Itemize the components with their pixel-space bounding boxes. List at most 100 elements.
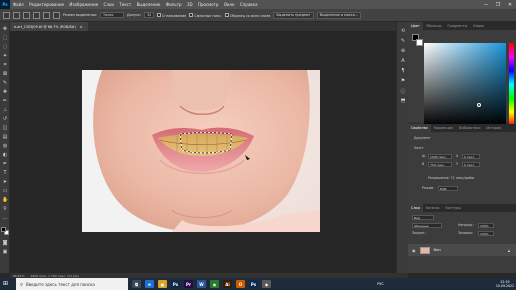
menu-image[interactable]: Изображение <box>67 2 101 7</box>
distance-input[interactable]: 32 <box>144 12 155 18</box>
contiguous-option[interactable]: Смежные пикс. <box>189 12 222 18</box>
width-input[interactable]: 1000 пикс. <box>428 154 452 159</box>
zoom-level[interactable]: 66,67% <box>13 274 24 278</box>
document-tab[interactable]: e-art_1205J09.tif @ 66,7% (RGB/8#) × <box>10 22 88 31</box>
taskbar-app-icon[interactable]: Ps <box>171 280 180 288</box>
tab-layers[interactable]: Слои <box>408 204 423 212</box>
marquee-tool-icon[interactable]: ⬚ <box>2 35 8 41</box>
tab-libraries[interactable]: Библиотеки <box>456 126 483 130</box>
height-input[interactable]: 750 пикс. <box>428 162 452 167</box>
frame-tool-icon[interactable]: ⊠ <box>2 71 8 77</box>
home-icon[interactable] <box>3 11 10 19</box>
color-swatches[interactable] <box>1 227 9 235</box>
brush-settings-icon[interactable]: ✎ <box>399 38 407 45</box>
path-selection-icon[interactable]: ➤ <box>2 179 8 185</box>
eyedropper-tool-icon[interactable]: ✎ <box>2 80 8 86</box>
info-panel-icon[interactable]: ⓘ <box>399 88 407 95</box>
glyphs-panel-icon[interactable]: ⚑ <box>399 78 407 85</box>
new-selection-icon[interactable] <box>23 11 30 19</box>
tab-swatches[interactable]: Образцы <box>423 24 445 28</box>
taskbar-search-box[interactable]: ⚲ Введите здесь текст для поиска <box>16 278 128 290</box>
magic-wand-tool-icon[interactable] <box>13 11 20 19</box>
clone-stamp-icon[interactable]: ⊥ <box>2 107 8 113</box>
lasso-tool-icon[interactable]: ◌ <box>2 44 8 50</box>
color-picker-cursor[interactable] <box>477 103 481 107</box>
tab-adjustments[interactable]: Коррекция <box>431 126 456 130</box>
close-tab-icon[interactable]: × <box>80 25 83 29</box>
visibility-eye-icon[interactable]: ◉ <box>412 248 416 253</box>
menu-layers[interactable]: Слои <box>101 2 117 7</box>
tab-history[interactable]: История <box>483 126 504 130</box>
minimize-button[interactable]: — <box>480 2 492 8</box>
taskbar-app-icon[interactable]: Ai <box>223 280 232 288</box>
menu-window[interactable]: Окно <box>221 2 237 7</box>
antialias-checkbox[interactable] <box>157 12 162 17</box>
fill-input[interactable]: 100% <box>478 231 494 236</box>
rectangle-tool-icon[interactable]: ▭ <box>2 188 8 194</box>
select-subject-button[interactable]: Выделить предмет <box>273 11 314 19</box>
layer-kind-filter[interactable]: Вид <box>412 215 434 220</box>
menu-view[interactable]: Просмотр <box>195 2 221 7</box>
windows-start-icon[interactable]: ⊞ <box>3 280 8 287</box>
character-panel-icon[interactable]: A <box>399 58 407 65</box>
taskbar-app-icon[interactable]: ▣ <box>158 280 167 288</box>
dodge-tool-icon[interactable]: ◐ <box>2 152 8 158</box>
gradient-tool-icon[interactable]: ▤ <box>2 134 8 140</box>
taskbar-app-icon[interactable]: W <box>197 280 206 288</box>
blend-mode-select[interactable]: Обычные <box>412 223 442 228</box>
history-brush-icon[interactable]: ↺ <box>2 116 8 122</box>
healing-brush-icon[interactable]: ✚ <box>2 89 8 95</box>
contiguous-checkbox[interactable] <box>189 12 194 17</box>
taskbar-app-icon[interactable]: ◆ <box>262 280 271 288</box>
antialias-option[interactable]: Сглаживание <box>157 12 186 18</box>
subtract-selection-icon[interactable] <box>43 11 50 19</box>
type-tool-icon[interactable]: T <box>2 170 8 176</box>
tab-color[interactable]: Цвет <box>408 22 423 30</box>
sample-all-option[interactable]: Образец со всех слоев <box>224 12 270 18</box>
eraser-tool-icon[interactable]: ◫ <box>2 125 8 131</box>
menu-3d[interactable]: 3D <box>184 2 195 7</box>
blur-tool-icon[interactable]: ◍ <box>2 143 8 149</box>
taskbar-app-icon[interactable]: ⧉ <box>132 280 141 288</box>
history-panel-icon[interactable]: ⟲ <box>399 28 407 35</box>
clone-source-icon[interactable]: ⊕ <box>399 48 407 55</box>
photoshop-logo[interactable]: Ps <box>0 0 10 9</box>
screen-mode-icon[interactable]: ▣ <box>2 249 8 255</box>
menu-help[interactable]: Справка <box>237 2 260 7</box>
brush-tool-icon[interactable]: ✏ <box>2 98 8 104</box>
magic-wand-icon[interactable]: ✦ <box>2 53 8 59</box>
select-and-mask-button[interactable]: Выделение и маска... <box>316 11 362 19</box>
move-tool-icon[interactable]: ✥ <box>2 26 8 32</box>
opacity-input[interactable]: 100% <box>478 223 494 228</box>
hue-slider[interactable] <box>509 43 514 126</box>
tab-patterns[interactable]: Узоры <box>470 24 487 28</box>
mode-select[interactable]: RGB <box>438 186 458 191</box>
taskbar-clock[interactable]: 22:19 10.09.2022 <box>494 280 516 288</box>
sample-all-checkbox[interactable] <box>224 12 229 17</box>
more-tools-icon[interactable]: … <box>2 215 8 221</box>
zoom-tool-icon[interactable]: ⚲ <box>2 206 8 212</box>
menu-edit[interactable]: Редактирование <box>26 2 66 7</box>
paragraph-panel-icon[interactable]: ¶ <box>399 68 407 75</box>
menu-select[interactable]: Выделение <box>134 2 163 7</box>
menu-filter[interactable]: Фильтр <box>163 2 184 7</box>
intersect-selection-icon[interactable] <box>53 11 60 19</box>
quick-mask-icon[interactable]: ◙ <box>2 240 8 246</box>
tab-properties[interactable]: Свойства <box>408 124 431 132</box>
menu-file[interactable]: Файл <box>10 2 26 7</box>
x-input[interactable]: 0 пикс. <box>462 154 480 159</box>
tab-paths[interactable]: Контуры <box>442 206 464 210</box>
pen-tool-icon[interactable]: ✒ <box>2 161 8 167</box>
tab-channels[interactable]: Каналы <box>423 206 443 210</box>
menu-type[interactable]: Текст <box>117 2 134 7</box>
add-selection-icon[interactable] <box>33 11 40 19</box>
navigator-panel-icon[interactable]: ⬒ <box>399 98 407 105</box>
taskbar-app-icon[interactable]: ◉ <box>210 280 219 288</box>
document-image[interactable] <box>82 70 320 232</box>
taskbar-app-icon[interactable]: Pr <box>184 280 193 288</box>
layer-row-background[interactable]: ◉ Фон 🔒︎ <box>408 244 516 256</box>
maximize-button[interactable]: ❐ <box>492 2 504 8</box>
crop-tool-icon[interactable]: ⌗ <box>2 62 8 68</box>
foreground-color-swatch[interactable] <box>1 227 6 232</box>
hand-tool-icon[interactable]: ✋ <box>2 197 8 203</box>
